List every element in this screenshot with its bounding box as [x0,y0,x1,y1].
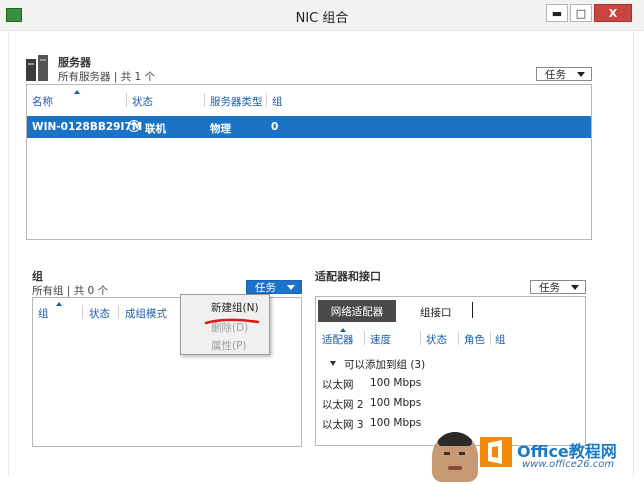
column-divider[interactable] [82,305,83,319]
col-header-teaming-mode[interactable]: 成组模式 [125,306,167,321]
col-header-speed[interactable]: 速度 [370,332,391,347]
task-label: 任务 [539,281,560,294]
tab-network-adapters[interactable]: 网络适配器 [318,300,396,322]
adapter-name[interactable]: 以太网 2 [322,397,364,412]
group-header-addable[interactable]: 可以添加到组 (3) [344,357,425,372]
servers-subtitle: 所有服务器 | 共 1 个 [58,71,156,83]
online-status-icon [128,120,140,132]
task-label: 任务 [255,281,276,294]
adapters-heading: 适配器和接口 [315,270,381,283]
column-divider[interactable] [266,93,267,107]
servers-heading: 服务器 [58,56,91,69]
column-divider[interactable] [458,331,459,345]
text-cursor [472,302,473,318]
col-header-name[interactable]: 名称 [32,94,53,109]
menu-item-delete[interactable]: 删除(D) [211,320,248,335]
col-header-server-type[interactable]: 服务器类型 [210,94,263,109]
groups-task-button[interactable]: 任务 [246,280,302,294]
tab-team-interfaces[interactable]: 组接口 [420,305,452,320]
adapters-task-button[interactable]: 任务 [530,280,586,294]
server-type: 物理 [210,123,231,135]
expand-triangle-icon[interactable] [330,361,336,366]
maximize-button[interactable]: □ [570,4,592,22]
groups-subtitle: 所有组 | 共 0 个 [32,285,109,297]
column-divider[interactable] [420,331,421,345]
adapter-speed: 100 Mbps [370,397,422,409]
servers-task-button[interactable]: 任务 [536,67,592,81]
col-header-group[interactable]: 组 [38,306,49,321]
server-icon [26,55,50,81]
column-divider[interactable] [204,93,205,107]
col-header-role[interactable]: 角色 [464,332,485,347]
adapter-name[interactable]: 以太网 [322,377,354,392]
adapter-speed: 100 Mbps [370,377,422,389]
task-label: 任务 [545,68,566,81]
server-name: WIN-0128BB29I7M [32,121,143,133]
col-header-status[interactable]: 状态 [132,94,153,109]
servers-table [26,84,592,240]
col-header-adapter[interactable]: 适配器 [322,332,354,347]
column-divider[interactable] [364,331,365,345]
col-header-status[interactable]: 状态 [89,306,110,321]
watermark-url: www.office26.com [522,459,615,470]
chevron-down-icon [577,71,585,77]
close-button[interactable]: X [594,4,632,22]
column-divider[interactable] [126,93,127,107]
office-logo-icon [480,437,512,467]
sort-asc-icon[interactable] [56,302,62,306]
avatar-photo [432,432,478,482]
minimize-button[interactable]: ▬ [546,4,568,22]
server-status: 联机 [145,123,166,135]
column-divider[interactable] [118,305,119,319]
sort-asc-icon[interactable] [74,90,80,94]
adapter-speed: 100 Mbps [370,417,422,429]
chevron-down-icon [571,284,579,290]
adapter-name[interactable]: 以太网 3 [322,417,364,432]
menu-item-new-team[interactable]: 新建组(N) [211,300,259,315]
column-divider[interactable] [490,331,491,345]
menu-item-properties[interactable]: 属性(P) [211,338,247,353]
groups-heading: 组 [32,270,43,283]
chevron-down-icon [287,284,295,290]
col-header-group[interactable]: 组 [272,94,283,109]
col-header-status[interactable]: 状态 [426,332,447,347]
col-header-team[interactable]: 组 [495,332,506,347]
server-group: 0 [271,121,279,133]
